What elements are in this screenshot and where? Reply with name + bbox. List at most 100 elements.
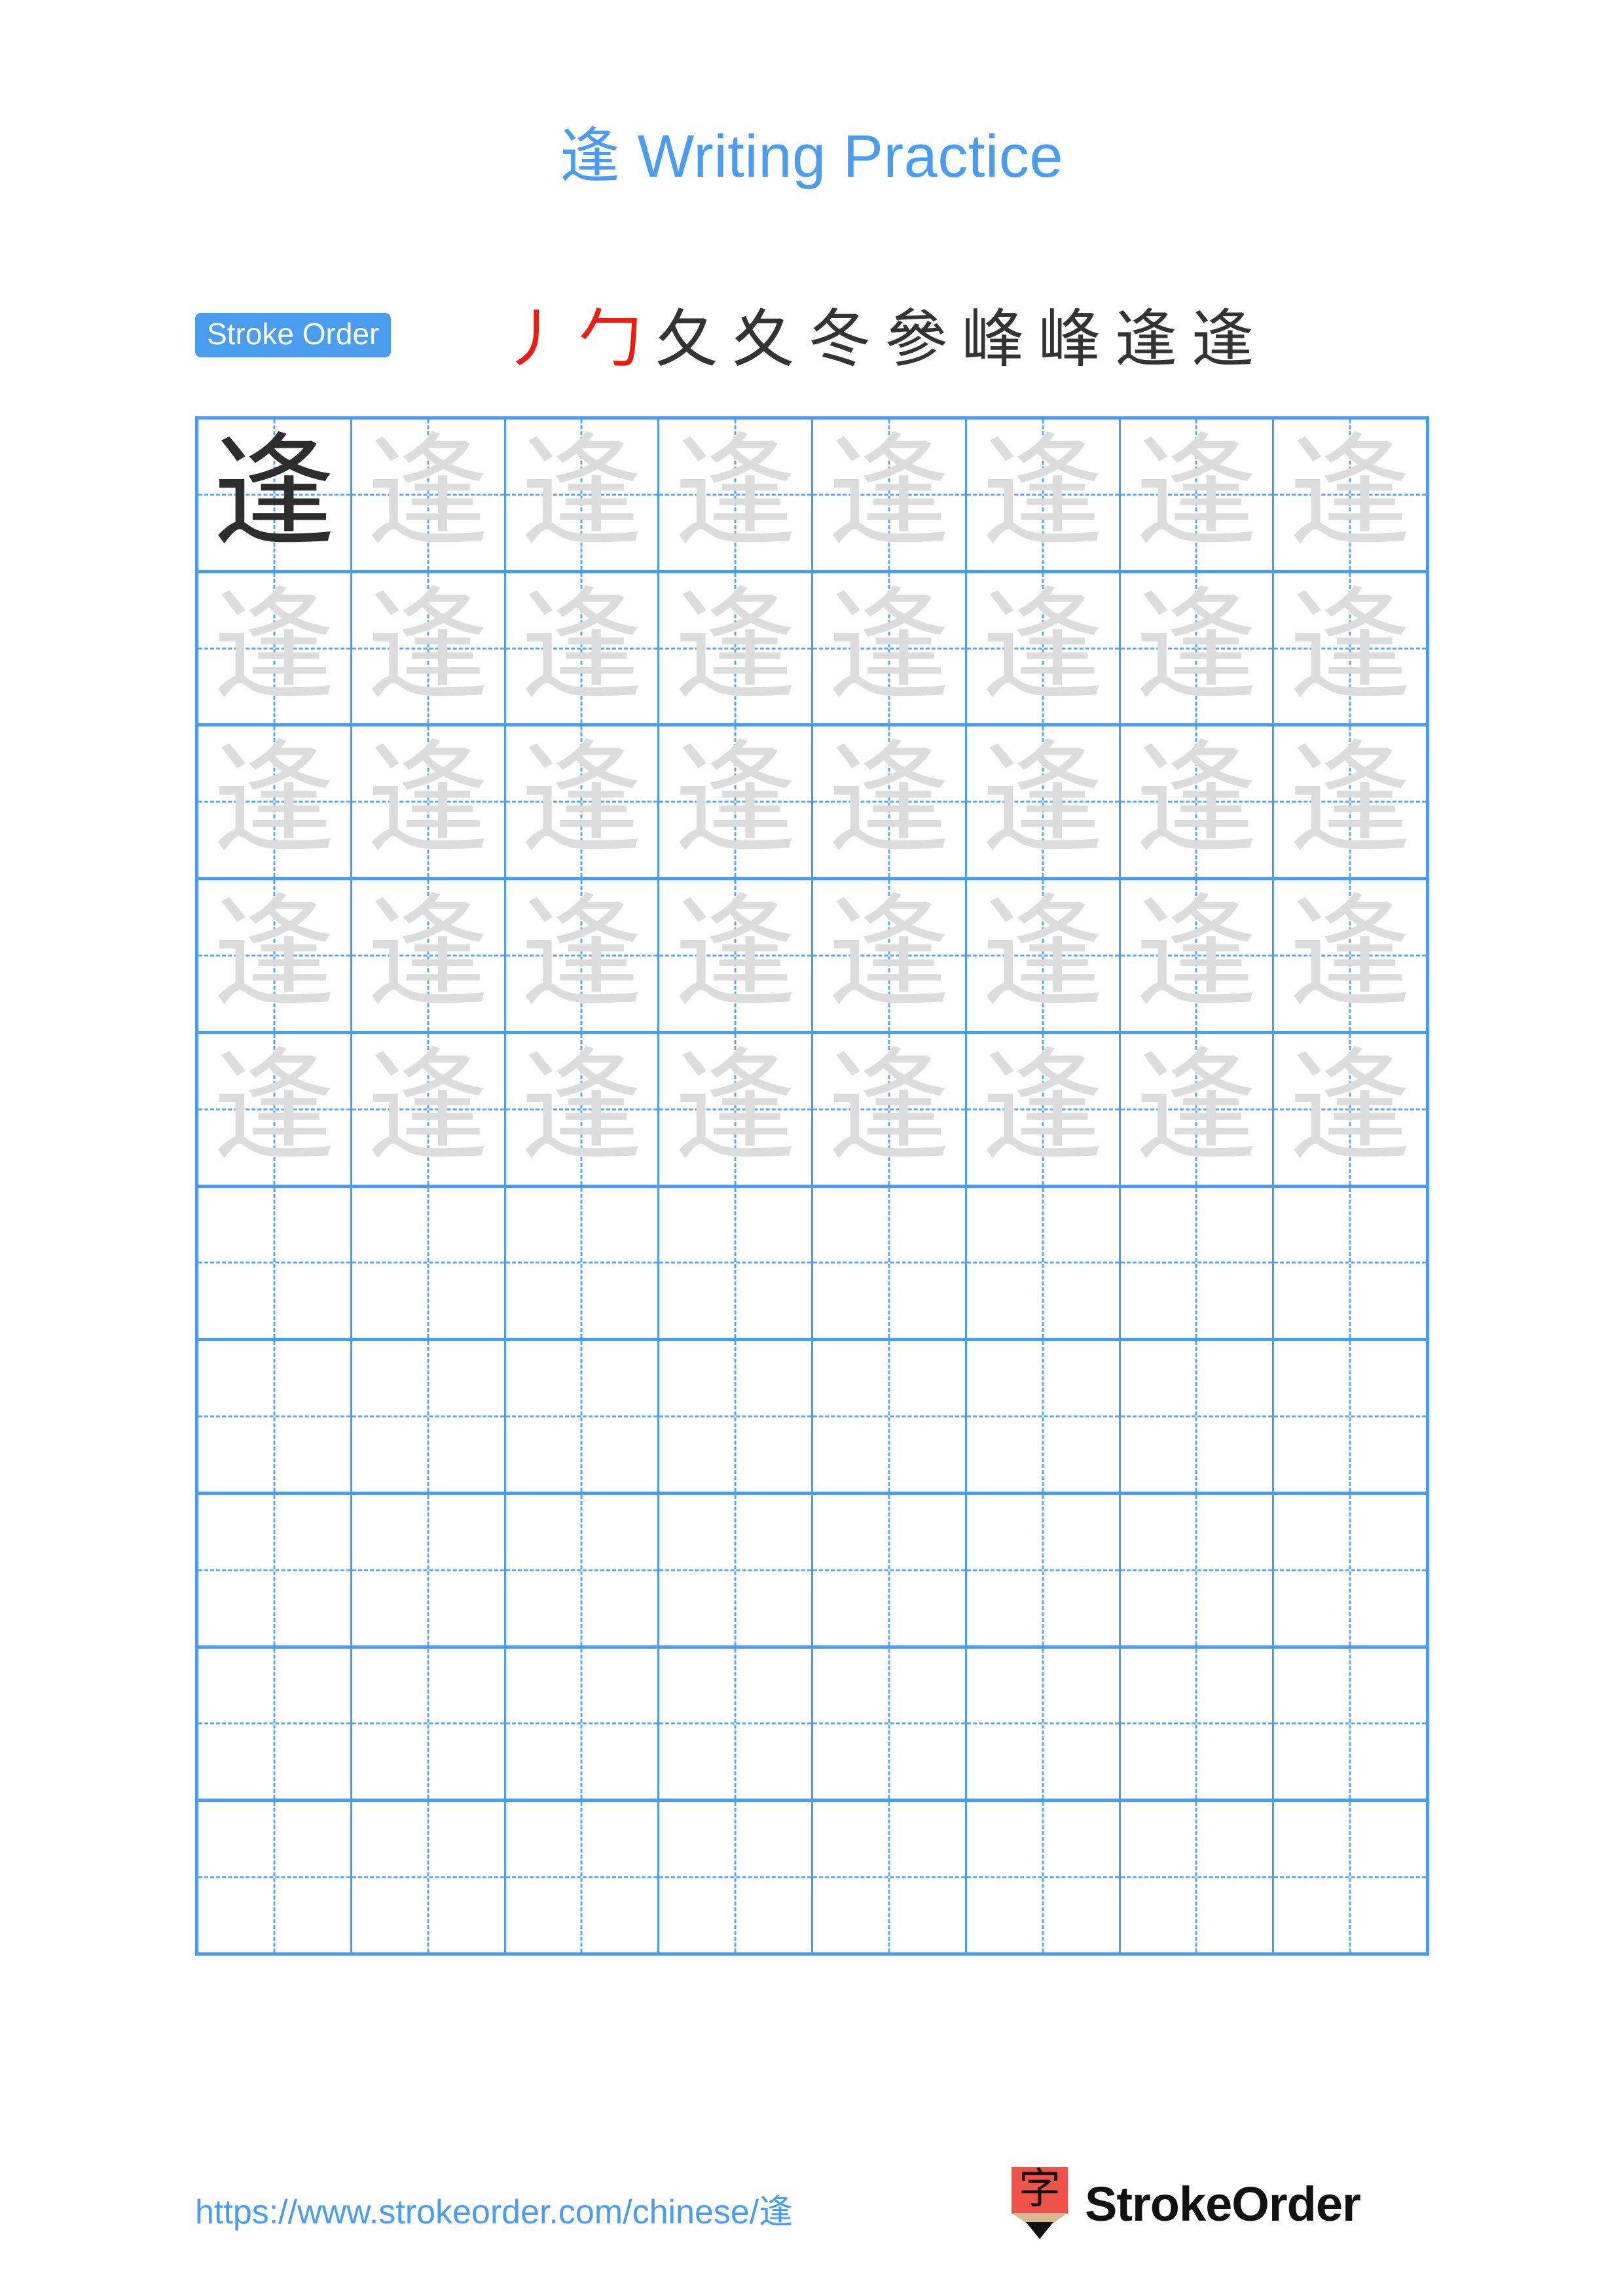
practice-cell[interactable]: 逢 bbox=[506, 573, 660, 724]
practice-cell[interactable]: 逢 bbox=[352, 726, 506, 878]
practice-grid-row bbox=[198, 1494, 1429, 1649]
trace-character: 逢 bbox=[981, 728, 1104, 872]
practice-cell[interactable]: 逢 bbox=[1121, 1033, 1275, 1185]
practice-cell[interactable]: 逢 bbox=[1121, 573, 1275, 724]
practice-cell[interactable]: 逢 bbox=[1121, 726, 1275, 878]
practice-cell[interactable] bbox=[198, 1341, 352, 1492]
practice-cell[interactable] bbox=[1121, 1802, 1275, 1953]
practice-cell[interactable] bbox=[506, 1802, 660, 1953]
stroke-step-glyph: 夂 bbox=[655, 302, 718, 376]
practice-cell[interactable]: 逢 bbox=[659, 880, 813, 1031]
practice-cell[interactable] bbox=[813, 1494, 967, 1645]
stroke-step: 夂 bbox=[648, 303, 725, 380]
practice-grid-row: 逢逢逢逢逢逢逢逢 bbox=[198, 420, 1429, 573]
practice-cell[interactable] bbox=[1121, 1187, 1275, 1338]
practice-cell[interactable]: 逢 bbox=[967, 880, 1121, 1031]
practice-cell[interactable] bbox=[198, 1802, 352, 1953]
practice-cell[interactable] bbox=[506, 1648, 660, 1799]
practice-cell[interactable] bbox=[1121, 1648, 1275, 1799]
practice-cell[interactable] bbox=[506, 1187, 660, 1338]
practice-cell[interactable] bbox=[659, 1648, 813, 1799]
practice-cell[interactable]: 逢 bbox=[967, 573, 1121, 724]
practice-cell[interactable]: 逢 bbox=[198, 1033, 352, 1185]
stroke-step: 峰 bbox=[1031, 303, 1108, 380]
practice-cell[interactable] bbox=[659, 1494, 813, 1645]
practice-cell[interactable]: 逢 bbox=[352, 1033, 506, 1185]
practice-cell[interactable]: 逢 bbox=[506, 1033, 660, 1185]
practice-cell[interactable]: 逢 bbox=[352, 420, 506, 570]
practice-cell[interactable]: 逢 bbox=[198, 880, 352, 1031]
practice-cell[interactable] bbox=[813, 1187, 967, 1338]
practice-cell[interactable]: 逢 bbox=[967, 726, 1121, 878]
practice-cell[interactable] bbox=[1121, 1494, 1275, 1645]
practice-cell[interactable]: 逢 bbox=[813, 880, 967, 1031]
page-title: 逢 Writing Practice bbox=[559, 123, 1064, 190]
pencil-tip-shape bbox=[1026, 2222, 1053, 2239]
practice-cell[interactable] bbox=[813, 1648, 967, 1799]
practice-cell[interactable]: 逢 bbox=[198, 573, 352, 724]
stroke-step-glyph: 丿 bbox=[501, 302, 565, 376]
practice-cell[interactable]: 逢 bbox=[813, 420, 967, 570]
practice-cell[interactable]: 逢 bbox=[1274, 880, 1429, 1031]
practice-cell[interactable]: 逢 bbox=[813, 726, 967, 878]
trace-character: 逢 bbox=[827, 728, 951, 872]
practice-cell[interactable]: 逢 bbox=[352, 880, 506, 1031]
practice-cell[interactable]: 逢 bbox=[506, 420, 660, 570]
practice-cell[interactable] bbox=[506, 1341, 660, 1492]
practice-cell[interactable] bbox=[967, 1187, 1121, 1338]
practice-cell[interactable]: 逢 bbox=[1274, 420, 1429, 570]
practice-cell[interactable]: 逢 bbox=[659, 1033, 813, 1185]
practice-cell[interactable] bbox=[1121, 1341, 1275, 1492]
stroke-order-badge: Stroke Order bbox=[195, 313, 392, 357]
practice-cell[interactable] bbox=[1274, 1187, 1429, 1338]
practice-cell[interactable] bbox=[352, 1802, 506, 1953]
practice-cell[interactable] bbox=[198, 1648, 352, 1799]
practice-cell[interactable]: 逢 bbox=[1121, 880, 1275, 1031]
trace-character: 逢 bbox=[674, 881, 797, 1025]
practice-cell[interactable]: 逢 bbox=[198, 420, 352, 570]
practice-cell[interactable] bbox=[1274, 1494, 1429, 1645]
practice-cell[interactable]: 逢 bbox=[813, 1033, 967, 1185]
practice-cell[interactable] bbox=[967, 1494, 1121, 1645]
practice-cell[interactable]: 逢 bbox=[506, 880, 660, 1031]
practice-cell[interactable]: 逢 bbox=[1274, 1033, 1429, 1185]
practice-cell[interactable] bbox=[967, 1802, 1121, 1953]
practice-cell[interactable]: 逢 bbox=[659, 573, 813, 724]
practice-cell[interactable] bbox=[1274, 1341, 1429, 1492]
practice-cell[interactable] bbox=[659, 1187, 813, 1338]
trace-character: 逢 bbox=[1288, 881, 1412, 1025]
practice-cell[interactable] bbox=[813, 1802, 967, 1953]
practice-cell[interactable]: 逢 bbox=[659, 420, 813, 570]
practice-cell[interactable] bbox=[352, 1187, 506, 1338]
practice-cell[interactable] bbox=[813, 1341, 967, 1492]
practice-cell[interactable] bbox=[352, 1494, 506, 1645]
practice-cell[interactable] bbox=[659, 1341, 813, 1492]
practice-cell[interactable]: 逢 bbox=[1274, 726, 1429, 878]
practice-cell[interactable]: 逢 bbox=[659, 726, 813, 878]
practice-cell[interactable] bbox=[198, 1494, 352, 1645]
stroke-step: 參 bbox=[878, 303, 955, 380]
practice-cell[interactable] bbox=[352, 1648, 506, 1799]
strokeorder-pencil-logo-icon: 字 bbox=[1012, 2166, 1068, 2240]
practice-cell[interactable]: 逢 bbox=[506, 726, 660, 878]
practice-cell[interactable] bbox=[198, 1187, 352, 1338]
footer-url[interactable]: https://www.strokeorder.com/chinese/逢 bbox=[195, 2184, 793, 2233]
practice-cell[interactable] bbox=[1274, 1802, 1429, 1953]
trace-character: 逢 bbox=[1135, 1035, 1258, 1179]
practice-cell[interactable] bbox=[659, 1802, 813, 1953]
practice-cell[interactable]: 逢 bbox=[967, 420, 1121, 570]
practice-cell[interactable] bbox=[352, 1341, 506, 1492]
stroke-step-glyph: 參 bbox=[884, 302, 948, 376]
practice-cell[interactable]: 逢 bbox=[1274, 573, 1429, 724]
practice-cell[interactable] bbox=[967, 1648, 1121, 1799]
practice-cell[interactable]: 逢 bbox=[352, 573, 506, 724]
practice-cell[interactable] bbox=[967, 1341, 1121, 1492]
practice-cell[interactable] bbox=[506, 1494, 660, 1645]
trace-character: 逢 bbox=[1288, 1035, 1412, 1179]
practice-cell[interactable]: 逢 bbox=[813, 573, 967, 724]
practice-cell[interactable]: 逢 bbox=[1121, 420, 1275, 570]
trace-character: 逢 bbox=[1135, 881, 1258, 1025]
practice-cell[interactable]: 逢 bbox=[967, 1033, 1121, 1185]
practice-cell[interactable] bbox=[1274, 1648, 1429, 1799]
practice-cell[interactable]: 逢 bbox=[198, 726, 352, 878]
